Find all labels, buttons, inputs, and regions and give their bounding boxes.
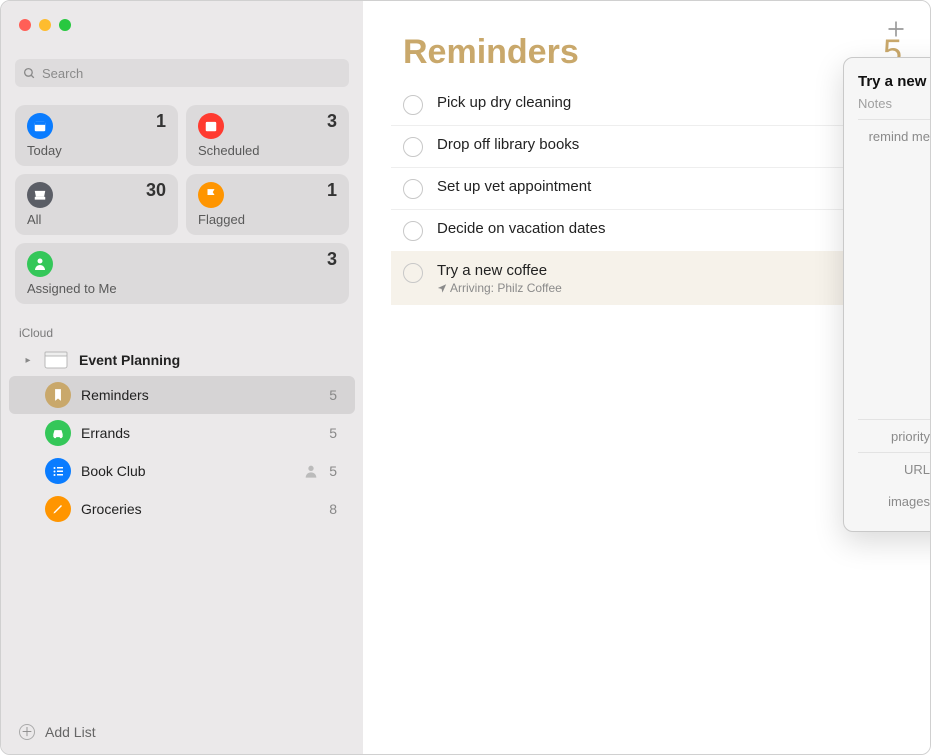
smart-flagged-label: Flagged (198, 212, 337, 227)
reminder-title: Set up vet appointment (437, 178, 906, 195)
url-label: URL (858, 461, 930, 477)
add-list-button[interactable]: ＋ Add List (1, 710, 363, 754)
car-icon (45, 420, 71, 446)
reminder-title: Decide on vacation dates (437, 220, 906, 237)
smart-all-label: All (27, 212, 166, 227)
titlebar (1, 1, 930, 49)
main-panel: Reminders 5 Pick up dry cleaningDrop off… (363, 1, 930, 754)
remind-me-label: remind me (858, 128, 930, 144)
smart-assigned-count: 3 (327, 249, 337, 270)
complete-checkbox[interactable] (403, 95, 423, 115)
close-window-button[interactable] (19, 19, 31, 31)
smart-flagged[interactable]: 1 Flagged (186, 174, 349, 235)
complete-checkbox[interactable] (403, 221, 423, 241)
flag-icon (198, 182, 224, 208)
list-name: Groceries (81, 501, 319, 517)
smart-today-count: 1 (156, 111, 166, 132)
smart-assigned-label: Assigned to Me (27, 281, 337, 296)
folder-icon (43, 350, 69, 370)
tray-icon (27, 182, 53, 208)
list-errands[interactable]: Errands 5 (9, 414, 355, 452)
calendar-today-icon (27, 113, 53, 139)
chevron-right-icon[interactable]: ▸ (23, 355, 33, 366)
folder-event-planning[interactable]: ▸ Event Planning (9, 344, 355, 376)
notes-field[interactable]: Notes (858, 92, 931, 120)
search-icon (23, 67, 36, 80)
list-name: Book Club (81, 463, 293, 479)
list-book-club[interactable]: Book Club 5 (9, 452, 355, 490)
minimize-window-button[interactable] (39, 19, 51, 31)
reminder-details-popover: Try a new coffee Notes remind me On a Da… (843, 57, 931, 532)
smart-today[interactable]: 1 Today (15, 105, 178, 166)
sidebar: Search 1 Today 3 Scheduled (1, 1, 363, 754)
smart-scheduled[interactable]: 3 Scheduled (186, 105, 349, 166)
bookmark-icon (45, 382, 71, 408)
smart-scheduled-label: Scheduled (198, 143, 337, 158)
list-count: 8 (329, 501, 337, 517)
person-icon (27, 251, 53, 277)
reminder-subtitle: Arriving: Philz Coffee (437, 281, 876, 295)
calendar-icon (198, 113, 224, 139)
smart-lists: 1 Today 3 Scheduled 30 All (1, 97, 363, 312)
priority-label: priority (858, 428, 930, 444)
smart-flagged-count: 1 (327, 180, 337, 201)
list-groceries[interactable]: Groceries 8 (9, 490, 355, 528)
complete-checkbox[interactable] (403, 263, 423, 283)
shared-icon (303, 463, 319, 479)
smart-all[interactable]: 30 All (15, 174, 178, 235)
zoom-window-button[interactable] (59, 19, 71, 31)
list-name: Reminders (81, 387, 319, 403)
complete-checkbox[interactable] (403, 179, 423, 199)
list-reminders[interactable]: Reminders 5 (9, 376, 355, 414)
plus-icon: ＋ (19, 724, 35, 740)
folder-name: Event Planning (79, 352, 337, 368)
reminder-title: Drop off library books (437, 136, 906, 153)
list-name: Errands (81, 425, 319, 441)
pencil-icon (45, 496, 71, 522)
reminder-title: Pick up dry cleaning (437, 94, 906, 111)
images-label: images (858, 493, 930, 509)
smart-scheduled-count: 3 (327, 111, 337, 132)
account-label: iCloud (1, 312, 363, 344)
complete-checkbox[interactable] (403, 137, 423, 157)
list-count: 5 (329, 425, 337, 441)
list-icon (45, 458, 71, 484)
smart-today-label: Today (27, 143, 166, 158)
smart-assigned[interactable]: 3 Assigned to Me (15, 243, 349, 304)
add-list-label: Add List (45, 724, 96, 740)
list-count: 5 (329, 387, 337, 403)
list-count: 5 (329, 463, 337, 479)
smart-all-count: 30 (146, 180, 166, 201)
window-controls (1, 19, 71, 31)
search-placeholder: Search (42, 66, 83, 81)
search-field[interactable]: Search (15, 59, 349, 87)
reminder-title: Try a new coffee (437, 262, 876, 279)
reminders-window: Search 1 Today 3 Scheduled (0, 0, 931, 755)
popover-title[interactable]: Try a new coffee (858, 73, 931, 90)
